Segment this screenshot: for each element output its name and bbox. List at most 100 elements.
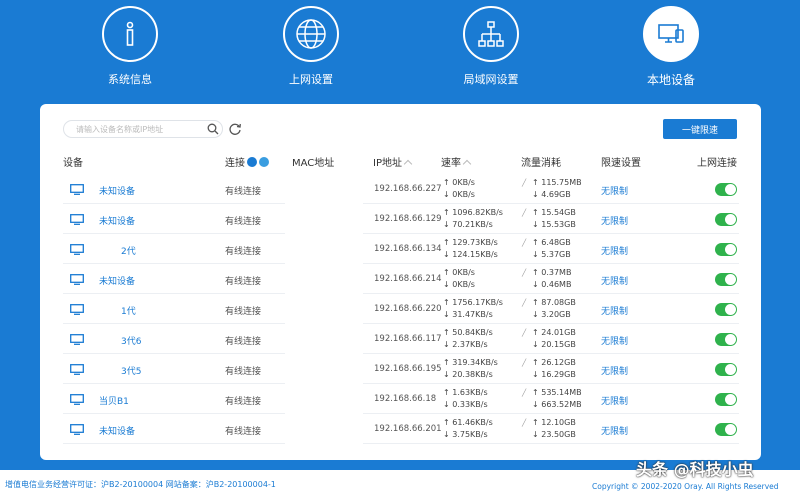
wifi-filter-icon[interactable]: [259, 157, 269, 167]
traffic-download: ↓ 0.46MB: [532, 280, 572, 289]
limit-setting-link[interactable]: 无限制: [601, 274, 628, 287]
nav-internet-settings[interactable]: 上网设置: [251, 6, 371, 87]
nav-label: 局域网设置: [463, 73, 519, 86]
online-toggle[interactable]: [715, 183, 737, 196]
monitor-icon: [70, 334, 84, 345]
wired-filter-icon[interactable]: [247, 157, 257, 167]
online-toggle[interactable]: [715, 273, 737, 286]
connection-type: 有线连接: [225, 307, 262, 317]
online-toggle[interactable]: [715, 213, 737, 226]
limit-setting-link[interactable]: 无限制: [601, 364, 628, 377]
chart-icon[interactable]: ╱: [522, 327, 532, 339]
limit-setting-link[interactable]: 无限制: [601, 244, 628, 257]
device-name[interactable]: 未知设备: [99, 214, 135, 227]
traffic-upload: ╱ ↑ 87.08GB: [522, 297, 576, 309]
online-toggle[interactable]: [715, 423, 737, 436]
chart-icon[interactable]: ╱: [522, 177, 532, 189]
traffic-download: ↓ 23.50GB: [532, 430, 576, 439]
table-row: 1代 有线连接 192.168.66.220 ↑ 1756.17KB/s ↓ 31.47…: [63, 294, 739, 324]
header-ip-label: IP地址: [373, 158, 402, 169]
limit-setting-link[interactable]: 无限制: [601, 304, 628, 317]
header-connection-label: 连接: [225, 158, 245, 169]
search-input[interactable]: [63, 120, 223, 138]
traffic-upload: ╱ ↑ 15.54GB: [522, 207, 576, 219]
upload-rate: ↑ 0KB/s: [443, 268, 475, 277]
header-online: 上网连接: [697, 158, 737, 169]
upload-rate: ↑ 129.73KB/s: [443, 238, 498, 247]
ip-address: 192.168.66.220: [374, 304, 442, 314]
search-icon[interactable]: [207, 123, 219, 135]
traffic-upload: ╱ ↑ 24.01GB: [522, 327, 576, 339]
chart-icon[interactable]: ╱: [522, 357, 532, 369]
connection-type: 有线连接: [225, 187, 262, 197]
nav-local-devices[interactable]: 本地设备: [611, 6, 731, 88]
upload-rate: ↑ 319.34KB/s: [443, 358, 498, 367]
monitor-icon: [70, 394, 84, 405]
nav-label: 系统信息: [108, 73, 152, 86]
online-toggle[interactable]: [715, 243, 737, 256]
online-toggle[interactable]: [715, 393, 737, 406]
limit-setting-link[interactable]: 无限制: [601, 184, 628, 197]
globe-icon: [283, 6, 339, 62]
watermark: 头条 @科技小虫: [636, 460, 754, 479]
header-traffic: 流量消耗: [521, 158, 561, 169]
monitor-icon: [70, 424, 84, 435]
limit-setting-link[interactable]: 无限制: [601, 214, 628, 227]
sort-icon: [462, 159, 472, 169]
ip-address: 192.168.66.195: [374, 364, 442, 374]
devices-icon: [643, 6, 699, 62]
download-rate: ↓ 2.37KB/s: [443, 340, 488, 349]
online-toggle[interactable]: [715, 363, 737, 376]
device-name[interactable]: 未知设备: [99, 274, 135, 287]
online-toggle[interactable]: [715, 303, 737, 316]
chart-icon[interactable]: ╱: [522, 207, 532, 219]
header-rate[interactable]: 速率: [441, 154, 472, 169]
header-ip[interactable]: IP地址: [373, 154, 413, 169]
table-row: 3代5 有线连接 192.168.66.195 ↑ 319.34KB/s ↓ 20.38…: [63, 354, 739, 384]
table-row: 2代 有线连接 192.168.66.134 ↑ 129.73KB/s ↓ 124.15…: [63, 234, 739, 264]
download-rate: ↓ 70.21KB/s: [443, 220, 493, 229]
connection-type: 有线连接: [225, 337, 262, 347]
connection-type: 有线连接: [225, 397, 262, 407]
table-row: 未知设备 有线连接 192.168.66.201 ↑ 61.46KB/s ↓ 3.75K…: [63, 414, 739, 444]
nav-lan-settings[interactable]: 局域网设置: [431, 6, 551, 87]
footer-license: 增值电信业务经营许可证：沪B2-20100004 网站备案：沪B2-201000…: [5, 480, 276, 489]
limit-setting-link[interactable]: 无限制: [601, 424, 628, 437]
chart-icon[interactable]: ╱: [522, 417, 532, 429]
refresh-icon[interactable]: [228, 122, 242, 136]
traffic-upload-value: ↑ 6.48GB: [532, 238, 571, 247]
chart-icon[interactable]: ╱: [522, 237, 532, 249]
connection-type: 有线连接: [225, 427, 262, 437]
traffic-upload: ╱ ↑ 26.12GB: [522, 357, 576, 369]
connection-type: 有线连接: [225, 367, 262, 377]
chart-icon[interactable]: ╱: [522, 387, 532, 399]
device-name[interactable]: 1代: [121, 304, 136, 317]
device-name[interactable]: 未知设备: [99, 424, 135, 437]
device-name[interactable]: 3代5: [121, 364, 141, 377]
info-icon: [102, 6, 158, 62]
chart-icon[interactable]: ╱: [522, 297, 532, 309]
sort-icon: [403, 159, 413, 169]
header-mac: MAC地址: [292, 158, 335, 169]
nav-system-info[interactable]: 系统信息: [70, 6, 190, 87]
top-nav: 系统信息 上网设置 局域网设置 本地设备: [0, 0, 800, 100]
device-name[interactable]: 2代: [121, 244, 136, 257]
traffic-download: ↓ 16.29GB: [532, 370, 576, 379]
device-name[interactable]: 3代6: [121, 334, 141, 347]
device-name[interactable]: 未知设备: [99, 184, 135, 197]
one-click-limit-button[interactable]: 一键限速: [663, 119, 737, 139]
header-connection[interactable]: 连接: [225, 154, 269, 169]
nav-label: 上网设置: [289, 73, 333, 86]
traffic-upload-value: ↑ 12.10GB: [532, 418, 576, 427]
online-toggle[interactable]: [715, 333, 737, 346]
monitor-icon: [70, 304, 84, 315]
device-name[interactable]: 当贝B1: [99, 394, 129, 407]
chart-icon[interactable]: ╱: [522, 267, 532, 279]
limit-setting-link[interactable]: 无限制: [601, 394, 628, 407]
limit-setting-link[interactable]: 无限制: [601, 334, 628, 347]
table-row: 3代6 有线连接 192.168.66.117 ↑ 50.84KB/s ↓ 2.37KB…: [63, 324, 739, 354]
upload-rate: ↑ 1096.82KB/s: [443, 208, 503, 217]
traffic-upload: ╱ ↑ 115.75MB: [522, 177, 582, 189]
download-rate: ↓ 0KB/s: [443, 190, 475, 199]
traffic-upload: ╱ ↑ 0.37MB: [522, 267, 571, 279]
